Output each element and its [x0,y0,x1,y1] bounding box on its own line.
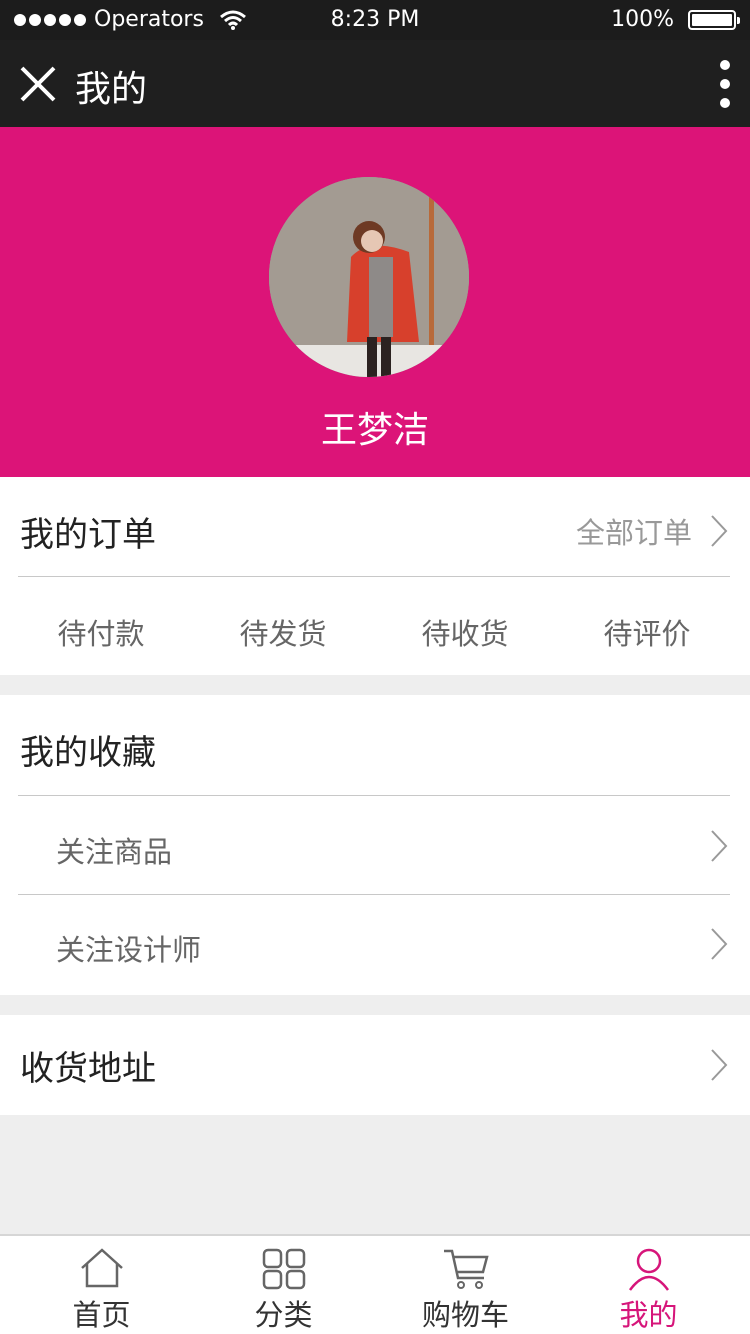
close-icon[interactable] [18,64,58,104]
tab-label: 首页 [72,1298,131,1332]
tab-home[interactable]: 首页 [8,1236,195,1334]
favorites-card: 我的收藏 关注商品 关注设计师 [0,695,750,995]
battery-icon [688,9,740,30]
favorite-designers-item[interactable]: 关注设计师 [0,895,750,993]
status-right: 100% [611,7,740,32]
tab-mine[interactable]: 我的 [555,1236,742,1334]
avatar[interactable] [269,177,469,377]
user-name: 王梦洁 [320,410,429,451]
chevron-right-icon [711,928,728,960]
divider [18,576,730,577]
divider [18,795,730,796]
address-item[interactable]: 收货地址 [0,1015,750,1115]
favorite-products-label: 关注商品 [56,835,173,869]
chevron-right-icon [711,515,728,547]
orders-card: 我的订单 全部订单 待付款 待发货 待收货 待评价 [0,477,750,675]
order-status-pending-review[interactable]: 待评价 [556,611,738,653]
battery-fill [692,13,732,26]
profile-header: 王梦洁 [0,127,750,477]
favorites-title: 我的收藏 [20,733,156,773]
chevron-right-icon [711,1049,728,1081]
avatar-photo [269,177,469,377]
status-bar: Operators 8:23 PM 100% [0,0,750,40]
order-status-pending-shipment[interactable]: 待发货 [192,611,374,653]
order-status-pending-receipt[interactable]: 待收货 [374,611,556,653]
home-icon [80,1248,123,1288]
more-vertical-icon[interactable] [718,60,732,108]
address-title: 收货地址 [20,1049,156,1089]
order-status-pending-payment[interactable]: 待付款 [10,611,192,653]
cart-icon [443,1249,489,1289]
tab-label: 分类 [254,1298,313,1332]
nav-bar: 我的 [0,40,750,127]
all-orders-label: 全部订单 [575,516,692,550]
chevron-right-icon [711,830,728,862]
tab-cart[interactable]: 购物车 [372,1236,559,1334]
orders-title: 我的订单 [20,515,156,555]
all-orders-link[interactable]: 全部订单 [576,510,728,552]
tab-label: 我的 [619,1298,678,1332]
user-icon [628,1248,669,1291]
favorite-products-item[interactable]: 关注商品 [0,797,750,895]
tab-category[interactable]: 分类 [190,1236,377,1334]
page-title: 我的 [75,69,148,110]
battery-percent: 100% [611,7,674,32]
tab-bar: 首页 分类 购物车 我的 [0,1234,750,1334]
favorite-designers-label: 关注设计师 [56,933,202,967]
grid-icon [262,1248,305,1290]
tab-label: 购物车 [421,1298,509,1332]
